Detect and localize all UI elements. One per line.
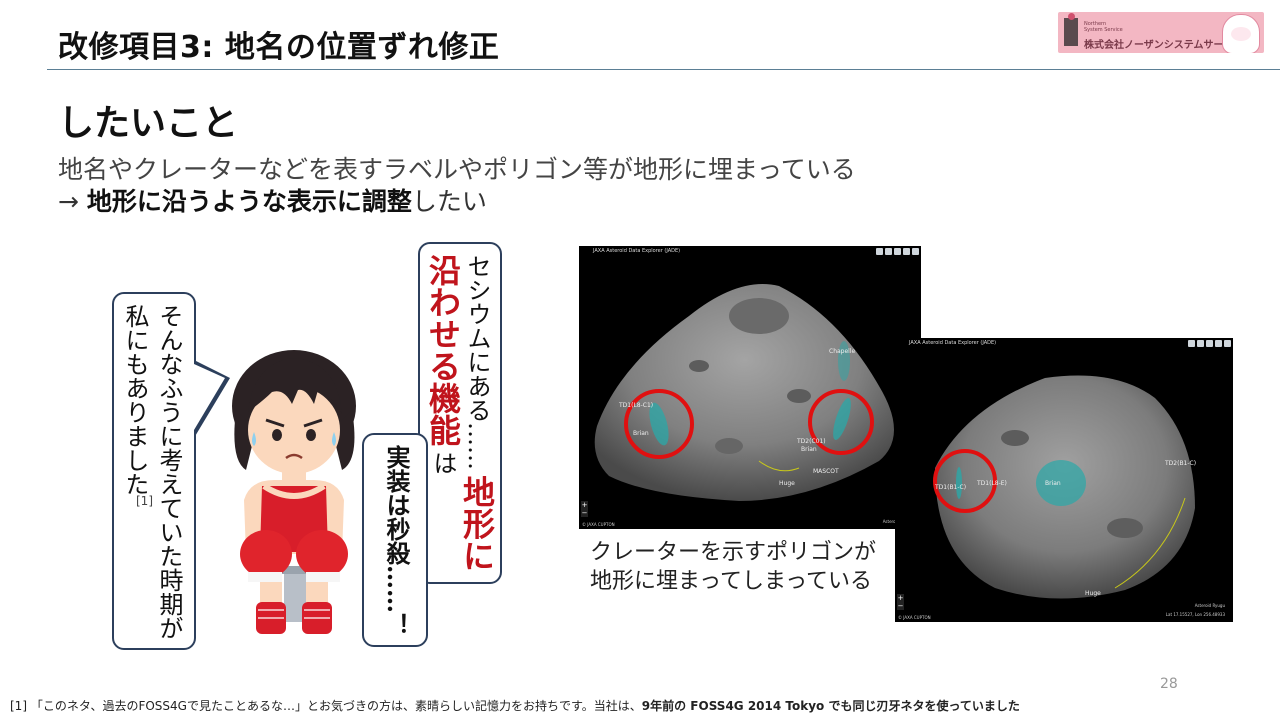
title-divider (47, 69, 1280, 70)
footnote-ref: [1] (136, 494, 153, 508)
page-number: 28 (1160, 676, 1178, 692)
logo-small-text: Northern System Service (1084, 21, 1123, 33)
arrow-prefix: → (58, 187, 87, 216)
app-credit: © JAXA CUPTON (898, 615, 931, 620)
footnote: [1] 「このネタ、過去のFOSS4Gで見たことあるな…」とお気づきの方は、素晴… (10, 697, 1020, 714)
asteroid-render-2 (933, 375, 1195, 599)
screenshot-caption: クレーターを示すポリゴンが地形に埋まってしまっている (590, 536, 890, 596)
speech-bubble-top: セシウムにある…… 地形に沿わせる機能 は (418, 242, 502, 584)
left-glove-shape (240, 530, 292, 578)
app-title-text: JAXA Asteroid Data Explorer (JADE) (593, 248, 681, 254)
place-label: Brian (801, 446, 817, 453)
place-label: Brian (1045, 480, 1061, 487)
coordinate-readout: Lat 17.15527, Lon 256.48933 (1165, 612, 1225, 617)
toolbar-icons (1188, 340, 1231, 347)
place-label: TD2(B1-C) (1165, 460, 1197, 467)
section-heading: したいこと (58, 103, 239, 144)
speech-top-text-1: セシウムにある…… (463, 254, 491, 470)
emphasis-text: 地形に沿うような表示に調整 (86, 187, 412, 216)
mascot-icon (1222, 14, 1260, 53)
slide-title: 改修項目3: 地名の位置ずれ修正 (58, 30, 500, 65)
place-label: TD1(L8-E) (977, 480, 1007, 487)
speech-bubble-left: そんなふうに考えていた時期が私にもありました (112, 292, 230, 650)
speech-mid-text: 実装は秒殺……！ (382, 445, 411, 637)
place-label: Brian (633, 430, 649, 437)
logo-dot-icon (1068, 13, 1075, 20)
place-label: TD1(B1-C) (935, 484, 967, 491)
asteroid-screenshot-1: JAXA Asteroid Data Explorer (JADE) + − TD… (579, 246, 921, 529)
speech-top-text: セシウムにある…… 地形に沿わせる機能 は (424, 254, 496, 580)
footnote-text: [1] 「このネタ、過去のFOSS4Gで見たことあるな…」とお気づきの方は、素晴… (10, 699, 642, 713)
asteroid-name: Asteroid Ryugu (1194, 603, 1225, 608)
app-credit: © JAXA CUPTON (582, 522, 615, 527)
place-label: MASCOT (813, 468, 839, 475)
zoom-control: + − (581, 501, 588, 517)
place-label: Chapelle (829, 348, 856, 355)
toolbar-icons (876, 248, 919, 255)
right-glove-shape (296, 530, 348, 578)
place-label: Huge (1085, 590, 1101, 597)
asteroid-render-1 (594, 284, 894, 501)
body-line-2: → 地形に沿うような表示に調整したい (58, 182, 487, 218)
boxer-girl-illustration (232, 350, 356, 634)
place-label: TD2(C01) (797, 438, 826, 445)
app-title-text: JAXA Asteroid Data Explorer (JADE) (909, 340, 997, 346)
footnote-emphasis: 9年前の FOSS4G 2014 Tokyo でも同じ刃牙ネタを使っていました (641, 699, 1020, 713)
zoom-control: + − (897, 594, 904, 610)
asteroid-screenshot-2: JAXA Asteroid Data Explorer (JADE) + − TD… (895, 338, 1233, 622)
place-label: Huge (779, 480, 795, 487)
company-logo: Northern System Service 株式会社ノーザンシステムサービス (1058, 12, 1264, 53)
body-line-2-suffix: したい (411, 187, 487, 216)
speech-left-text: そんなふうに考えていた時期が私にもありました (121, 304, 183, 640)
speech-top-text-3: は (429, 451, 457, 476)
speech-bubble-middle: 実装は秒殺……！ (362, 433, 428, 647)
body-line-1: 地名やクレーターなどを表すラベルやポリゴン等が地形に埋まっている (58, 155, 856, 184)
logo-text: 株式会社ノーザンシステムサービス (1084, 40, 1244, 51)
logo-mark-icon (1064, 18, 1078, 46)
place-label: TD1(L8-C1) (619, 402, 654, 409)
